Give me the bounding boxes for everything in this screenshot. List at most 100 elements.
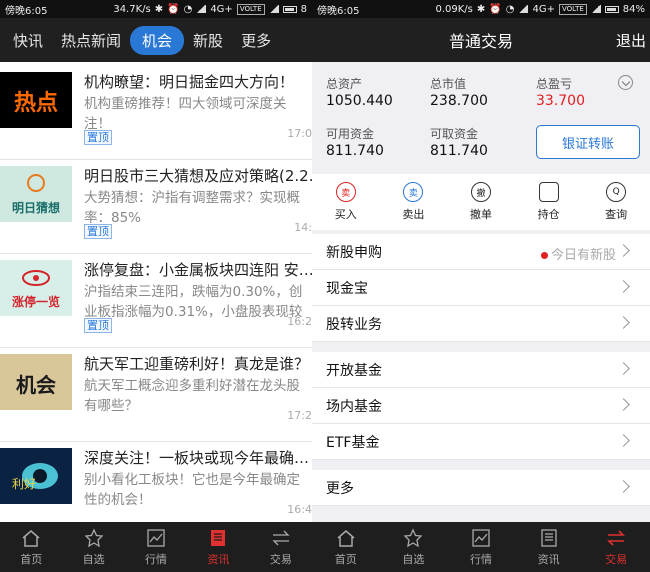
nav-watchlist[interactable]: 自选 — [380, 522, 448, 572]
menu-group-1: 新股申购 今日有新股 现金宝 股转业务 — [312, 234, 650, 342]
nav-market[interactable]: 行情 — [447, 522, 515, 572]
thumb-text: 热点 — [14, 90, 58, 116]
chevron-right-icon — [617, 362, 630, 375]
network-type: 4G+ — [532, 3, 555, 15]
withdrawable-funds-value: 811.740 — [430, 143, 488, 159]
menu-item-ipo[interactable]: 新股申购 今日有新股 — [312, 234, 650, 270]
news-time: 16:4 — [287, 503, 312, 516]
total-pnl-label: 总盈亏 — [536, 77, 573, 91]
menu-item-exchange-fund[interactable]: 场内基金 — [312, 388, 650, 424]
nav-watchlist[interactable]: 自选 — [62, 522, 124, 572]
menu-label: 更多 — [326, 480, 354, 497]
chevron-right-icon — [617, 244, 630, 257]
trade-header: 普通交易 退出 — [312, 18, 650, 62]
news-desc: 机构重磅推荐！四大领域可深度关注！ — [84, 96, 287, 132]
news-title: 深度关注！一板块或现今年最确… — [84, 449, 310, 467]
menu-label: 股转业务 — [326, 316, 382, 333]
news-desc: 沪指结束三连阳，跌幅为0.30%，创业板指涨幅为0.31%，小盘股表现较好。 — [84, 284, 303, 320]
home-icon — [337, 529, 355, 547]
tab-hot-news[interactable]: 热点新闻 — [52, 26, 130, 55]
star-icon — [403, 527, 423, 547]
menu-item-etf-fund[interactable]: ETF基金 — [312, 424, 650, 460]
exchange-icon — [607, 529, 626, 546]
coins-icon — [538, 182, 559, 202]
total-assets-label: 总资产 — [326, 77, 363, 91]
nav-label: 资讯 — [537, 552, 560, 566]
menu-label: 开放基金 — [326, 362, 382, 379]
sell-button[interactable]: 卖 卖出 — [380, 174, 448, 230]
nav-trade[interactable]: 交易 — [582, 522, 650, 572]
nav-market[interactable]: 行情 — [125, 522, 187, 572]
menu-item-cash-treasure[interactable]: 现金宝 — [312, 270, 650, 306]
news-icon — [211, 529, 226, 546]
nav-label: 行情 — [145, 552, 168, 566]
bank-transfer-button[interactable]: 银证转账 — [536, 125, 640, 159]
menu-group-3: 更多 — [312, 470, 650, 506]
menu-label: 场内基金 — [326, 398, 382, 415]
market-value-label: 总市值 — [430, 77, 467, 91]
action-label: 查询 — [605, 208, 628, 221]
news-list: 热点 机构瞭望：明日掘金四大方向！ 机构重磅推荐！四大领域可深度关注！ 置顶 1… — [0, 66, 312, 536]
news-item[interactable]: 热点 机构瞭望：明日掘金四大方向！ 机构重磅推荐！四大领域可深度关注！ 置顶 1… — [0, 66, 312, 160]
news-desc: 别小看化工板块！它也是今年最确定性的机会！ — [84, 472, 300, 508]
news-item[interactable]: 涨停一览 涨停复盘：小金属板块四连阳 安… 沪指结束三连阳，跌幅为0.30%，创… — [0, 254, 312, 348]
menu-label: ETF基金 — [326, 434, 380, 451]
tab-new-stocks[interactable]: 新股 — [184, 26, 232, 55]
news-icon — [540, 528, 557, 547]
thumb-text: 利好 — [12, 477, 36, 491]
chevron-right-icon — [617, 316, 630, 329]
withdrawable-funds-label: 可取资金 — [430, 127, 479, 141]
nav-label: 首页 — [20, 552, 43, 566]
news-item[interactable]: 机会 航天军工迎重磅利好！真龙是谁？ 航天军工概念迎多重利好潜在龙头股有哪些？ … — [0, 348, 312, 442]
cancel-order-button[interactable]: 撤 撤单 — [447, 174, 515, 230]
nav-news[interactable]: 资讯 — [187, 522, 249, 572]
holdings-button[interactable]: 持仓 — [515, 174, 583, 230]
news-thumbnail: 利好 — [0, 448, 72, 504]
nav-news[interactable]: 资讯 — [515, 522, 583, 572]
news-title: 明日股市三大猜想及应对策略(2.2. — [84, 167, 312, 185]
status-time: 傍晚6:05 — [317, 5, 360, 17]
logout-button[interactable]: 退出 — [616, 30, 646, 51]
query-button[interactable]: Q 查询 — [582, 174, 650, 230]
menu-item-more[interactable]: 更多 — [312, 470, 650, 506]
status-bar: 傍晚6:05 34.7K/s ✱ ⏰ ◔ 4G+ VOLTE 8 — [0, 0, 312, 18]
net-speed: 0.09K/s — [435, 3, 473, 15]
battery-icon — [282, 5, 297, 13]
buy-button[interactable]: 卖 买入 — [312, 174, 380, 230]
news-time: 14: — [294, 221, 312, 234]
ipo-note: 今日有新股 — [540, 244, 616, 263]
status-time: 傍晚6:05 — [5, 5, 48, 17]
chevron-right-icon — [617, 480, 630, 493]
net-speed: 34.7K/s — [113, 3, 151, 15]
news-time: 17:0 — [287, 127, 312, 140]
available-funds-label: 可用资金 — [326, 127, 375, 141]
nav-home[interactable]: 首页 — [312, 522, 380, 572]
nav-home[interactable]: 首页 — [0, 522, 62, 572]
action-label: 买入 — [334, 208, 357, 221]
volte-badge: VOLTE — [236, 3, 265, 15]
expand-chevron-icon[interactable] — [618, 75, 633, 90]
menu-item-share-transfer[interactable]: 股转业务 — [312, 306, 650, 342]
signal-icon-2 — [590, 5, 601, 13]
chart-icon — [147, 528, 165, 547]
menu-item-open-fund[interactable]: 开放基金 — [312, 352, 650, 388]
screenshot: 傍晚6:05 34.7K/s ✱ ⏰ ◔ 4G+ VOLTE 8 快讯 热点新闻… — [0, 0, 650, 572]
signal-icon-2 — [268, 5, 279, 13]
battery-level: 84% — [622, 3, 645, 15]
news-desc: 航天军工概念迎多重利好潜在龙头股有哪些？ — [84, 378, 300, 414]
signal-icon — [196, 5, 207, 13]
news-time: 17:2 — [287, 409, 312, 422]
bluetooth-icon: ✱ — [154, 3, 164, 15]
news-item[interactable]: 明日猜想 明日股市三大猜想及应对策略(2.2. 大势猜想：沪指有调整需求？实现概… — [0, 160, 312, 254]
battery-level: 8 — [300, 3, 307, 15]
nav-label: 行情 — [469, 552, 492, 566]
news-panel: 傍晚6:05 34.7K/s ✱ ⏰ ◔ 4G+ VOLTE 8 快讯 热点新闻… — [0, 0, 312, 572]
tab-more[interactable]: 更多 — [232, 26, 280, 55]
total-assets-value: 1050.440 — [326, 93, 393, 109]
pinned-badge: 置顶 — [84, 130, 112, 145]
tab-flash[interactable]: 快讯 — [4, 26, 52, 55]
news-thumbnail: 涨停一览 — [0, 260, 72, 316]
tab-opportunity[interactable]: 机会 — [130, 25, 185, 55]
page-title: 普通交易 — [448, 32, 513, 51]
nav-trade[interactable]: 交易 — [250, 522, 312, 572]
